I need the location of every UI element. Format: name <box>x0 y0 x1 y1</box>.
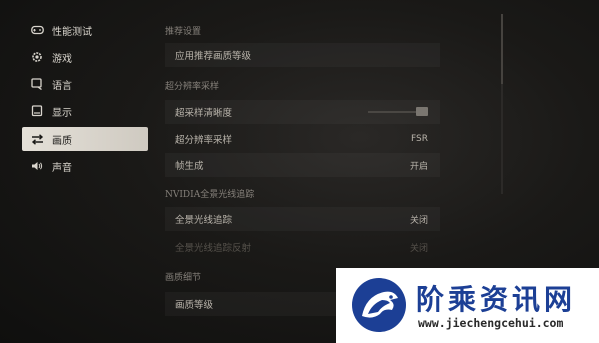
apply-recommended-button[interactable]: 应用推荐画质等级 <box>165 43 440 67</box>
gear-icon <box>30 50 44 64</box>
row-value: FSR <box>411 134 428 144</box>
watermark-url: www.jiechengcehui.com <box>418 316 564 330</box>
gamepad-icon <box>30 23 44 37</box>
scrollbar-thumb[interactable] <box>501 14 503 84</box>
row-value: 开启 <box>409 161 428 172</box>
sidebar-item-label: 语言 <box>52 80 72 92</box>
section-title-upscaling: 超分辨率采样 <box>165 82 220 92</box>
row-label: 画质等级 <box>175 300 214 311</box>
sidebar-item-display[interactable]: 显示 <box>22 99 148 123</box>
section-title-raytracing: NVIDIA全景光线追踪 <box>165 190 255 200</box>
raytracing-sub-setting-row: 全景光线追踪反射 关闭 <box>165 235 440 259</box>
sidebar-item-label: 性能测试 <box>52 26 92 38</box>
sidebar-item-audio[interactable]: 声音 <box>22 154 148 178</box>
row-label: 全景光线追踪反射 <box>175 243 252 254</box>
speech-bubble-icon <box>30 77 44 91</box>
sidebar-item-label: 画质 <box>52 135 72 147</box>
eagle-logo-icon <box>350 276 408 334</box>
row-value: 关闭 <box>409 215 428 226</box>
settings-sidebar: 性能测试 游戏 语言 显示 画质 声音 <box>0 0 160 343</box>
row-label: 超采样清晰度 <box>175 108 233 119</box>
row-value: 关闭 <box>409 243 428 254</box>
section-title-quality-details: 画质细节 <box>165 273 202 283</box>
monitor-icon <box>30 104 44 118</box>
sharpness-slider[interactable] <box>368 111 418 113</box>
upscaling-setting-row[interactable]: 超分辨率采样 FSR <box>165 127 440 151</box>
sharpness-slider-knob[interactable] <box>416 107 428 116</box>
watermark-title: 阶乘资讯网 <box>416 283 577 316</box>
row-label: 应用推荐画质等级 <box>175 51 252 62</box>
watermark-banner: 阶乘资讯网 www.jiechengcehui.com <box>336 268 599 343</box>
speaker-icon <box>30 159 44 173</box>
row-label: 全景光线追踪 <box>175 215 233 226</box>
sidebar-item-label: 游戏 <box>52 53 72 65</box>
framegen-setting-row[interactable]: 帧生成 开启 <box>165 153 440 177</box>
sidebar-item-label: 显示 <box>52 107 72 119</box>
sidebar-item-language[interactable]: 语言 <box>22 72 148 96</box>
section-title-recommended: 推荐设置 <box>165 27 202 37</box>
settings-scrollbar[interactable] <box>501 14 503 194</box>
sidebar-item-label: 声音 <box>52 162 72 174</box>
sidebar-item-graphics[interactable]: 画质 <box>22 127 148 151</box>
sidebar-item-game[interactable]: 游戏 <box>22 45 148 69</box>
raytracing-setting-row[interactable]: 全景光线追踪 关闭 <box>165 207 440 231</box>
row-label: 帧生成 <box>175 161 204 172</box>
swap-arrows-icon <box>30 132 44 146</box>
row-label: 超分辨率采样 <box>175 135 233 146</box>
sidebar-item-benchmark[interactable]: 性能测试 <box>22 18 148 42</box>
sharpness-setting-row[interactable]: 超采样清晰度 <box>165 100 440 124</box>
